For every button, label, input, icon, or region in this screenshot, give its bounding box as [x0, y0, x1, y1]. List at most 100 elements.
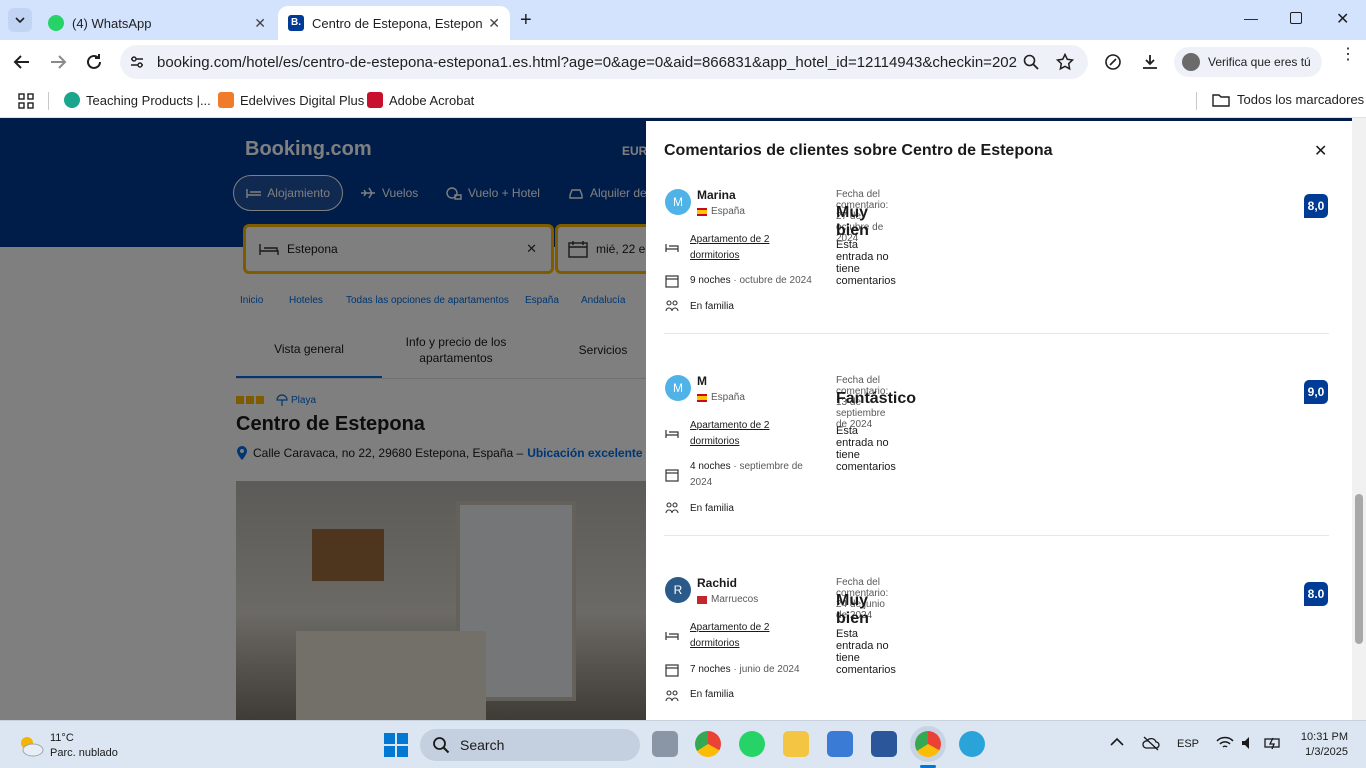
flag-spain-icon — [697, 393, 707, 402]
weather-temp: 11°C — [50, 732, 74, 744]
panel-title: Comentarios de clientes sobre Centro de … — [664, 142, 1053, 159]
review-score: 8,0 — [1304, 194, 1328, 218]
volume-icon — [1242, 737, 1249, 749]
tray-status-icon[interactable] — [1142, 735, 1160, 751]
downloads-button[interactable] — [1141, 53, 1159, 71]
close-panel-button[interactable]: ✕ — [1314, 141, 1327, 161]
reviewer-name: Rachid — [697, 576, 738, 590]
profile-button[interactable]: Verifica que eres tú — [1174, 47, 1322, 77]
site-settings-icon[interactable] — [129, 54, 145, 70]
stay-info: 7 noches · junio de 2024 — [690, 662, 830, 678]
more-vert-icon: ⋮ — [1340, 46, 1356, 63]
start-button[interactable] — [384, 733, 408, 757]
scrollbar-thumb[interactable] — [1355, 494, 1363, 644]
new-tab-button[interactable]: + — [520, 9, 532, 32]
review-score: 9,0 — [1304, 380, 1328, 404]
whatsapp-icon[interactable] — [739, 731, 765, 757]
apps-button[interactable] — [18, 93, 34, 109]
traveler-type: En familia — [690, 503, 734, 514]
taskbar-search[interactable]: Search — [420, 729, 640, 761]
word-icon[interactable] — [871, 731, 897, 757]
minimize-button[interactable]: — — [1244, 10, 1258, 26]
battery-charging-icon — [1264, 737, 1280, 750]
profile-label: Verifica que eres tú — [1208, 55, 1311, 69]
edelvives-icon — [218, 92, 234, 108]
bed-icon — [665, 632, 679, 640]
wifi-button[interactable] — [1216, 735, 1234, 751]
room-type-link[interactable]: Apartamento de 2 dormitorios — [690, 418, 800, 450]
whatsapp-icon — [48, 15, 64, 31]
clock[interactable]: 10:31 PM 1/3/2025 — [1290, 730, 1348, 760]
browser-toolbar: booking.com/hotel/es/centro-de-estepona-… — [0, 40, 1366, 84]
star-icon[interactable] — [1056, 53, 1074, 71]
arrow-left-icon — [13, 55, 29, 69]
bed-icon — [665, 244, 679, 252]
room-type-link[interactable]: Apartamento de 2 dormitorios — [690, 232, 800, 264]
country-label: España — [711, 392, 745, 403]
show-hidden-icons[interactable] — [1110, 737, 1124, 747]
restore-button[interactable] — [1290, 12, 1302, 24]
microsoft-store-icon[interactable] — [827, 731, 853, 757]
url-text[interactable]: booking.com/hotel/es/centro-de-estepona-… — [157, 54, 1017, 71]
calendar-icon — [665, 469, 679, 482]
bookmark-edelvives[interactable]: Edelvives Digital Plus — [218, 92, 364, 108]
bookmark-label: Adobe Acrobat — [389, 92, 475, 108]
arrow-right-icon — [51, 55, 67, 69]
close-window-button[interactable]: ✕ — [1336, 9, 1349, 29]
stay-nights: 4 noches — [690, 461, 731, 472]
booking-icon: B. — [288, 15, 304, 31]
weather-desc: Parc. nublado — [50, 747, 118, 759]
back-button[interactable] — [12, 52, 32, 72]
review-title: Muy bien — [836, 204, 869, 239]
reviewer-country: España — [697, 392, 745, 403]
apps-grid-icon — [18, 93, 34, 109]
avatar-icon — [1182, 53, 1200, 71]
flag-spain-icon — [697, 207, 707, 216]
stay-month: · octubre de 2024 — [733, 275, 812, 286]
menu-button[interactable]: ⋮ — [1340, 47, 1356, 63]
tab-title: (4) WhatsApp — [72, 15, 152, 31]
family-icon — [665, 690, 679, 702]
clock-time: 10:31 PM — [1300, 731, 1348, 743]
chrome-icon[interactable] — [695, 731, 721, 757]
volume-button[interactable] — [1240, 735, 1256, 751]
windows-taskbar: 11°C Parc. nublado Search ESP 10:31 PM 1… — [0, 720, 1366, 768]
bookmark-adobe-acrobat[interactable]: Adobe Acrobat — [367, 92, 474, 108]
reload-button[interactable] — [84, 52, 104, 72]
all-bookmarks-button[interactable]: Todos los marcadores — [1212, 92, 1364, 107]
room-type-link[interactable]: Apartamento de 2 dormitorios — [690, 620, 800, 652]
chevron-down-icon — [15, 17, 25, 23]
bookmark-teaching-products[interactable]: Teaching Products |... — [64, 92, 211, 108]
reviewer-name: M — [697, 374, 707, 388]
stay-nights: 7 noches — [690, 664, 731, 675]
address-bar[interactable]: booking.com/hotel/es/centro-de-estepona-… — [120, 45, 1088, 79]
zoom-icon[interactable] — [1023, 54, 1039, 70]
flag-morocco-icon — [697, 595, 707, 604]
extension-icon — [1105, 54, 1121, 70]
tab-whatsapp[interactable]: (4) WhatsApp ✕ — [36, 6, 276, 40]
avatar: M — [665, 375, 691, 401]
close-icon[interactable]: ✕ — [488, 15, 500, 32]
file-explorer-icon[interactable] — [783, 731, 809, 757]
battery-button[interactable] — [1264, 735, 1282, 751]
extension-button[interactable] — [1104, 53, 1122, 71]
stay-month: · junio de 2024 — [733, 664, 800, 675]
chevron-up-icon — [1110, 737, 1124, 746]
review-title: Muy bien — [836, 592, 869, 627]
close-icon: ✕ — [1314, 143, 1328, 160]
tab-search-button[interactable] — [8, 8, 32, 32]
language-indicator[interactable]: ESP — [1177, 738, 1199, 750]
page-scrollbar[interactable] — [1352, 118, 1366, 720]
review-body: Esta entrada no tiene comentarios — [836, 239, 896, 287]
task-view-icon[interactable] — [652, 731, 678, 757]
tab-booking[interactable]: B. Centro de Estepona, Estepona – ✕ — [278, 6, 510, 40]
search-icon — [433, 737, 450, 754]
globe-app-icon[interactable] — [959, 731, 985, 757]
forward-button[interactable] — [48, 52, 68, 72]
divider — [664, 333, 1329, 334]
bookmark-label: Edelvives Digital Plus — [240, 92, 365, 108]
close-icon[interactable]: ✕ — [254, 15, 266, 32]
weather-widget[interactable]: 11°C Parc. nublado — [16, 731, 118, 761]
clock-date: 1/3/2025 — [1305, 746, 1348, 758]
chrome-active-icon[interactable] — [915, 731, 941, 757]
